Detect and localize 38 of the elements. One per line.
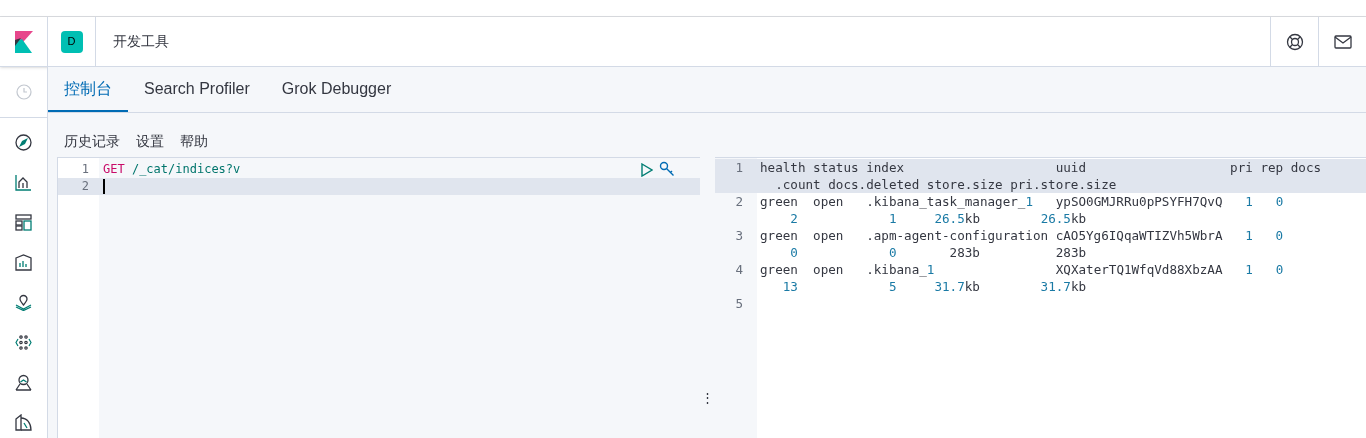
output-line: health status index uuid pri rep docs (760, 159, 1323, 176)
line-number: 5 (734, 295, 744, 312)
line-number: 4 (734, 261, 744, 279)
line-number: 1 (80, 161, 90, 178)
output-line: green open .apm-agent-configuration cAO5Yg6IQqaWTIZVh5WbrA 1 0 (760, 227, 1285, 244)
output-line: green open .kibana_task_manager_1 ypSO0GMJRRu0pPSYFH7QvQ 1 0 (760, 193, 1285, 210)
tab[interactable]: Grok Debugger (265, 67, 408, 112)
compass-icon[interactable] (15, 134, 32, 151)
output-line: green open .kibana_1 XQXaterTQ1WfqVd88XbzAA 1 0 (760, 261, 1285, 278)
play-icon[interactable] (641, 162, 653, 177)
chart-icon[interactable] (15, 174, 32, 191)
menu-link[interactable]: 历史记录 (64, 131, 120, 152)
line-number: 3 (734, 227, 744, 245)
menu-link[interactable]: 设置 (136, 131, 164, 152)
mail-icon[interactable] (1333, 34, 1352, 49)
person-icon[interactable] (15, 374, 32, 391)
line-number: 1 (715, 159, 757, 193)
output-line: .count docs.deleted store.size pri.store.size (774, 176, 1118, 193)
document-icon[interactable] (15, 414, 32, 431)
dots-icon[interactable] (15, 334, 32, 351)
help-icon[interactable] (1285, 32, 1304, 51)
output-line: 13 5 31.7kb 31.7kb (781, 278, 1088, 295)
tab[interactable]: 控制台 (48, 67, 128, 112)
text-cursor (103, 179, 105, 194)
dashboard-icon[interactable] (15, 214, 32, 231)
kibana-logo[interactable] (13, 30, 34, 53)
resize-handle[interactable]: ⋮ (701, 391, 714, 404)
line-number: 2 (734, 193, 744, 211)
space-avatar[interactable]: D (60, 30, 83, 53)
canvas-icon[interactable] (15, 254, 32, 271)
page-title: 开发工具 (113, 32, 169, 51)
tab[interactable]: Search Profiler (128, 67, 266, 112)
code-line: GET /_cat/indices?v (103, 161, 241, 178)
request-editor[interactable]: 1 GET /_cat/indices?v 2 (57, 157, 700, 438)
menu-link[interactable]: 帮助 (180, 131, 208, 152)
output-line: 0 0 283b 283b (789, 244, 1088, 261)
map-pin-icon[interactable] (15, 294, 32, 311)
output-line: 2 1 26.5kb 26.5kb (789, 210, 1088, 227)
